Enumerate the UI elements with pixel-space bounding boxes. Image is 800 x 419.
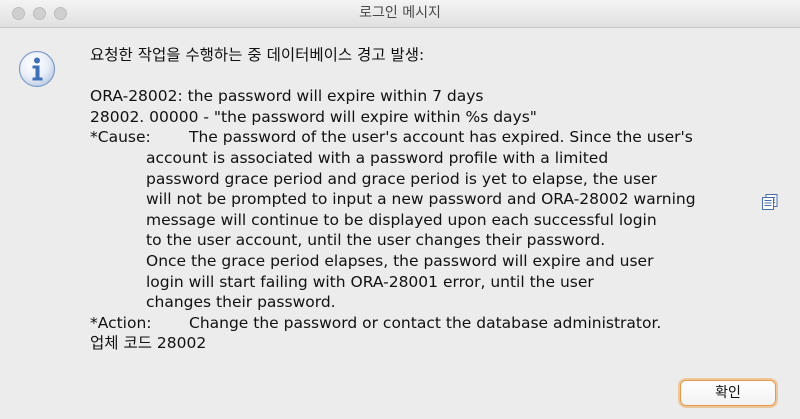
cause-row: *Cause: The password of the user's accoun… xyxy=(90,127,790,148)
error-detail-line: 28002. 00000 - "the password will expire… xyxy=(90,107,537,126)
action-label: *Action: xyxy=(90,313,152,332)
copy-icon[interactable] xyxy=(761,193,779,211)
action-text: Change the password or contact the datab… xyxy=(189,313,662,332)
cause-line: login will start failing with ORA-28001 … xyxy=(146,272,594,291)
cause-line: to the user account, until the user chan… xyxy=(146,231,606,250)
cause-line: Once the grace period elapses, the passw… xyxy=(146,251,654,270)
message-body: 요청한 작업을 수행하는 중 데이터베이스 경고 발생: ORA-28002: … xyxy=(90,45,790,354)
action-row: *Action: Change the password or contact t… xyxy=(90,313,790,334)
dialog-window: 로그인 메시지 요청한 작업을 수행하는 중 데이터베이스 경고 발생: ORA… xyxy=(0,0,800,419)
message-heading: 요청한 작업을 수행하는 중 데이터베이스 경고 발생: xyxy=(90,46,425,64)
cause-line: changes their password. xyxy=(146,293,336,312)
window-title: 로그인 메시지 xyxy=(359,5,441,21)
cause-line: will not be prompted to input a new pass… xyxy=(146,190,696,209)
vendor-code: 업체 코드 28002 xyxy=(90,334,207,353)
ok-button[interactable]: 확인 xyxy=(680,380,776,406)
info-icon xyxy=(18,50,56,88)
cause-label: *Cause: xyxy=(90,128,151,147)
cause-line: message will continue to be displayed up… xyxy=(146,210,657,229)
error-code-line: ORA-28002: the password will expire with… xyxy=(90,87,484,106)
cause-line: The password of the user's account has e… xyxy=(189,128,693,147)
title-bar: 로그인 메시지 xyxy=(0,0,800,28)
cause-line: password grace period and grace period i… xyxy=(146,169,657,188)
cause-line: account is associated with a password pr… xyxy=(146,148,609,167)
